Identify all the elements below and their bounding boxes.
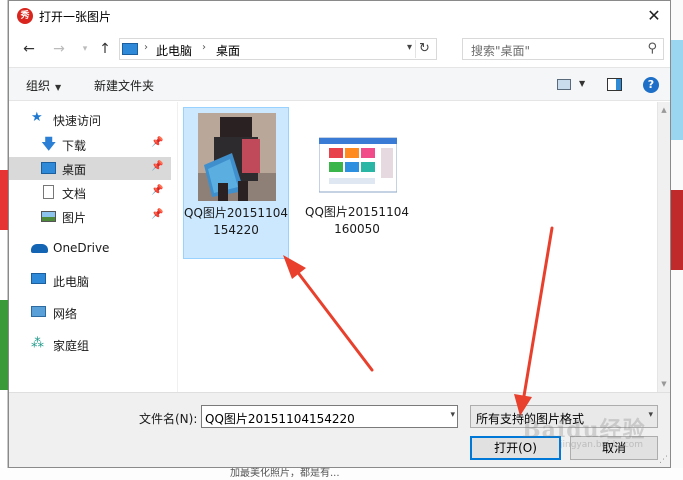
pin-icon[interactable]: 📌 xyxy=(151,161,163,172)
back-button[interactable]: ← xyxy=(19,39,39,59)
screenshot-thumbnail-image xyxy=(319,112,397,200)
sidebar-item-downloads[interactable]: 🡇 下载 📌 xyxy=(9,133,171,156)
chevron-down-icon[interactable]: ▾ xyxy=(450,410,455,420)
navigation-pane: ★ 快速访问 🡇 下载 📌 桌面 📌 文档 📌 图片 📌 OneDrive 此电… xyxy=(9,102,171,392)
background-handwritten-text: 加最美化照片，都是有... xyxy=(0,468,683,480)
sidebar-item-label: 桌面 xyxy=(62,163,87,177)
preview-pane-icon[interactable] xyxy=(607,78,622,91)
sidebar-item-label: 快速访问 xyxy=(53,114,102,128)
address-dropdown-icon[interactable]: ▾ xyxy=(407,42,412,53)
open-file-dialog: 秀 打开一张图片 ✕ ← → ▾ ↑ › 此电脑 › 桌面 ▾ ↻ 搜索"桌面"… xyxy=(8,0,671,468)
desktop-icon xyxy=(41,162,56,174)
photo-thumbnail-image xyxy=(198,113,276,201)
file-thumbnail xyxy=(198,113,276,201)
sidebar-item-homegroup[interactable]: ⁂ 家庭组 xyxy=(9,333,171,356)
close-button[interactable]: ✕ xyxy=(638,1,670,31)
pane-divider[interactable] xyxy=(177,102,178,392)
title-bar[interactable]: 秀 打开一张图片 ✕ xyxy=(9,1,670,31)
search-input[interactable]: 搜索"桌面" xyxy=(471,42,530,59)
new-folder-button[interactable]: 新建文件夹 xyxy=(94,77,154,94)
scroll-down-icon[interactable]: ▼ xyxy=(658,378,670,390)
pin-icon[interactable]: 📌 xyxy=(151,209,163,220)
file-name: QQ图片20151104154220 xyxy=(184,206,288,237)
arrow-right-icon: → xyxy=(53,41,65,57)
file-item[interactable]: QQ图片20151104160050 xyxy=(305,107,411,259)
document-icon xyxy=(43,185,54,199)
up-button[interactable]: ↑ xyxy=(95,39,115,59)
view-dropdown-icon[interactable]: ▼ xyxy=(579,79,585,88)
breadcrumb-separator-icon: › xyxy=(144,42,148,53)
file-item[interactable]: QQ图片20151104154220 xyxy=(183,107,289,259)
arrow-left-icon: ← xyxy=(23,41,35,57)
download-icon: 🡇 xyxy=(41,135,57,153)
command-toolbar: 组织 ▼ 新建文件夹 ▼ ? xyxy=(9,67,670,101)
breadcrumb-item-this-pc[interactable]: 此电脑 xyxy=(156,42,192,59)
sidebar-item-label: 此电脑 xyxy=(53,275,90,289)
network-icon xyxy=(31,306,46,317)
sidebar-item-label: 下载 xyxy=(62,139,87,153)
cloud-icon xyxy=(31,244,48,253)
computer-icon xyxy=(31,273,46,284)
sidebar-item-pictures[interactable]: 图片 📌 xyxy=(9,205,171,228)
recent-locations-button[interactable]: ▾ xyxy=(75,39,95,59)
background-red-strip xyxy=(0,170,8,230)
file-name: QQ图片20151104160050 xyxy=(305,205,409,236)
dialog-title: 打开一张图片 xyxy=(39,10,112,24)
background-window-edge xyxy=(0,0,8,480)
computer-icon xyxy=(122,43,138,55)
picture-icon xyxy=(41,211,56,222)
sidebar-item-label: 文档 xyxy=(62,187,87,201)
search-box[interactable]: 搜索"桌面" ⚲ xyxy=(462,38,664,60)
arrow-up-icon: ↑ xyxy=(99,41,111,57)
breadcrumb-separator-icon: › xyxy=(202,42,206,53)
filename-label: 文件名(N): xyxy=(139,412,198,426)
sidebar-item-network[interactable]: 网络 xyxy=(9,301,171,324)
refresh-icon[interactable]: ↻ xyxy=(415,40,433,58)
forward-button[interactable]: → xyxy=(49,39,69,59)
app-logo-icon: 秀 xyxy=(17,8,33,24)
baidu-watermark-url: jingyan.baidu.com xyxy=(560,440,644,450)
organize-menu[interactable]: 组织 ▼ xyxy=(26,77,61,94)
sidebar-item-label: 图片 xyxy=(62,211,87,225)
background-right-edge xyxy=(671,0,683,480)
sidebar-item-documents[interactable]: 文档 📌 xyxy=(9,181,171,204)
chevron-down-icon: ▼ xyxy=(55,83,62,92)
star-icon: ★ xyxy=(31,110,43,125)
sidebar-item-label: OneDrive xyxy=(53,241,110,255)
vertical-scrollbar[interactable]: ▲ ▼ xyxy=(657,102,670,392)
filename-field[interactable]: QQ图片20151104154220 xyxy=(205,410,355,427)
homegroup-icon: ⁂ xyxy=(31,336,44,351)
file-list: QQ图片20151104154220 QQ图片20151104160050 xyxy=(179,102,657,392)
scroll-up-icon[interactable]: ▲ xyxy=(658,104,670,116)
close-icon: ✕ xyxy=(647,6,661,25)
navigation-bar: ← → ▾ ↑ › 此电脑 › 桌面 ▾ ↻ 搜索"桌面" ⚲ xyxy=(9,33,670,65)
breadcrumb-item-desktop[interactable]: 桌面 xyxy=(216,42,240,59)
chevron-down-icon: ▾ xyxy=(648,410,653,420)
sidebar-item-desktop[interactable]: 桌面 📌 xyxy=(9,157,171,180)
sidebar-item-label: 家庭组 xyxy=(53,339,90,353)
chevron-down-icon: ▾ xyxy=(82,44,88,54)
organize-label: 组织 xyxy=(26,79,51,93)
file-thumbnail xyxy=(319,112,397,200)
address-bar[interactable]: › 此电脑 › 桌面 ▾ ↻ xyxy=(119,38,437,60)
help-icon[interactable]: ? xyxy=(643,77,659,93)
background-green-strip xyxy=(0,300,8,390)
resize-grip-icon[interactable]: ⋰ xyxy=(659,455,668,465)
search-icon[interactable]: ⚲ xyxy=(647,41,657,56)
filename-combobox[interactable]: QQ图片20151104154220 ▾ xyxy=(201,405,458,428)
sidebar-item-quick-access[interactable]: ★ 快速访问 xyxy=(9,108,171,131)
sidebar-item-this-pc[interactable]: 此电脑 xyxy=(9,269,171,292)
view-options-icon[interactable] xyxy=(557,79,571,90)
pin-icon[interactable]: 📌 xyxy=(151,137,163,148)
sidebar-item-label: 网络 xyxy=(53,307,78,321)
sidebar-item-onedrive[interactable]: OneDrive xyxy=(9,237,171,260)
pin-icon[interactable]: 📌 xyxy=(151,185,163,196)
